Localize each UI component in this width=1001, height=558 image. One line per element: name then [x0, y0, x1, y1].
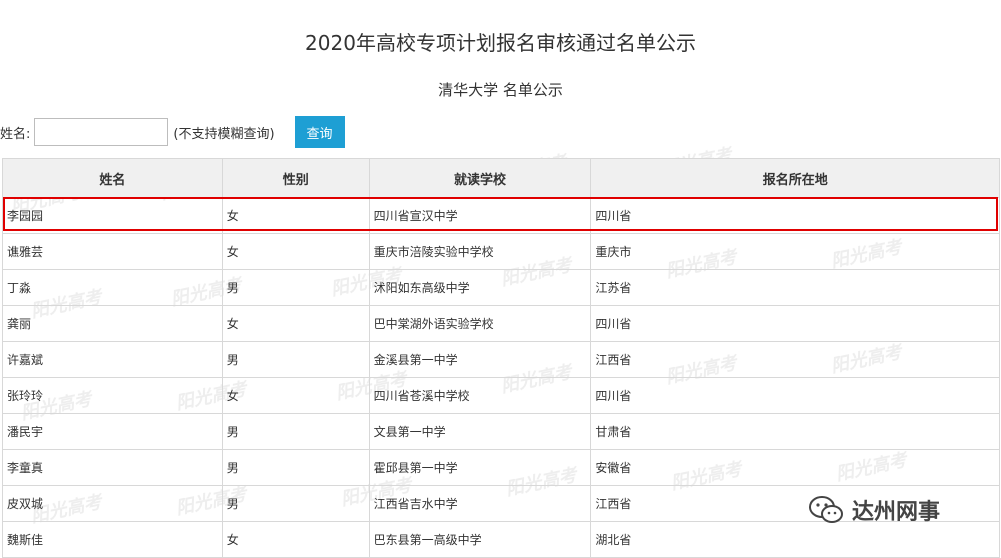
table-row: 潘民宇 男 文县第一中学 甘肃省: [2, 413, 1000, 450]
cell-gender: 女: [221, 305, 370, 342]
cell-school: 金溪县第一中学: [368, 341, 592, 378]
cell-location: 重庆市: [590, 233, 1000, 270]
cell-location: 安徽省: [590, 449, 1000, 486]
cell-name: 许嘉斌: [2, 341, 223, 378]
cell-gender: 女: [221, 377, 370, 414]
cell-name: 皮双城: [2, 485, 223, 522]
cell-school: 沭阳如东高级中学: [368, 269, 592, 306]
cell-location: 四川省: [590, 377, 1000, 414]
table-row: 张玲玲 女 四川省苍溪中学校 四川省: [2, 377, 1000, 414]
cell-gender: 男: [221, 413, 370, 450]
cell-school: 四川省苍溪中学校: [368, 377, 592, 414]
table-row: 许嘉斌 男 金溪县第一中学 江西省: [2, 341, 1000, 378]
cell-gender: 男: [221, 485, 370, 522]
cell-name: 李园园: [2, 197, 223, 234]
cell-name: 潘民宇: [2, 413, 223, 450]
cell-name: 谯雅芸: [2, 233, 223, 270]
cell-location: 甘肃省: [590, 413, 1000, 450]
table-header-row: 姓名 性别 就读学校 报名所在地: [2, 158, 1000, 198]
query-button[interactable]: 查询: [294, 116, 345, 148]
table-row: 谯雅芸 女 重庆市涪陵实验中学校 重庆市: [2, 233, 1000, 270]
column-header-location: 报名所在地: [590, 158, 1000, 198]
table-row: 丁淼 男 沭阳如东高级中学 江苏省: [2, 269, 1000, 306]
cell-school: 重庆市涪陵实验中学校: [368, 233, 592, 270]
table-row: 魏斯佳 女 巴东县第一高级中学 湖北省: [2, 521, 1000, 558]
wechat-icon: [808, 495, 844, 525]
cell-school: 霍邱县第一中学: [368, 449, 592, 486]
cell-gender: 男: [221, 341, 370, 378]
column-header-school: 就读学校: [368, 158, 592, 198]
cell-gender: 女: [221, 521, 370, 558]
cell-gender: 男: [221, 269, 370, 306]
column-header-gender: 性别: [221, 158, 370, 198]
name-search-input[interactable]: [34, 118, 169, 146]
column-header-name: 姓名: [2, 158, 223, 198]
logo-text: 达州网事: [852, 500, 941, 525]
cell-school: 巴东县第一高级中学: [368, 521, 592, 558]
cell-location: 四川省: [590, 197, 1000, 234]
cell-name: 丁淼: [2, 269, 223, 306]
cell-school: 巴中棠湖外语实验学校: [368, 305, 592, 342]
cell-school: 江西省吉水中学: [368, 485, 592, 522]
table-row: 龚丽 女 巴中棠湖外语实验学校 四川省: [2, 305, 1000, 342]
source-logo: 达州网事: [808, 494, 940, 526]
cell-school: 文县第一中学: [368, 413, 592, 450]
cell-name: 李童真: [2, 449, 223, 486]
cell-location: 江苏省: [590, 269, 1000, 306]
table-row: 李园园 女 四川省宣汉中学 四川省: [2, 197, 1000, 234]
cell-gender: 男: [221, 449, 370, 486]
cell-location: 江西省: [590, 341, 1000, 378]
cell-location: 四川省: [590, 305, 1000, 342]
sub-title: 清华大学 名单公示: [438, 81, 563, 99]
cell-gender: 女: [221, 233, 370, 270]
cell-school: 四川省宣汉中学: [368, 197, 592, 234]
page-title: 2020年高校专项计划报名审核通过名单公示: [305, 31, 696, 55]
table-row: 李童真 男 霍邱县第一中学 安徽省: [2, 449, 1000, 486]
search-hint: (不支持模糊查询): [173, 126, 275, 142]
cell-name: 张玲玲: [2, 377, 223, 414]
search-label: 姓名:: [0, 126, 31, 142]
cell-location: 湖北省: [590, 521, 1000, 558]
cell-name: 魏斯佳: [2, 521, 223, 558]
cell-name: 龚丽: [2, 305, 223, 342]
cell-gender: 女: [221, 197, 370, 234]
search-bar: 姓名: (不支持模糊查询) 查询: [0, 116, 345, 148]
